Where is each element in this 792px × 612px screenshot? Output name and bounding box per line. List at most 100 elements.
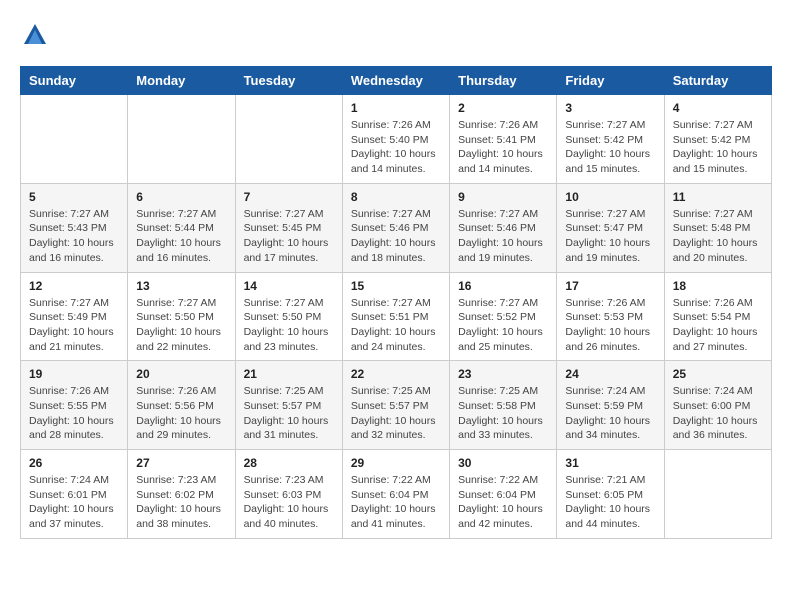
day-number: 13 <box>136 279 226 293</box>
day-info: Sunrise: 7:25 AM Sunset: 5:58 PM Dayligh… <box>458 384 548 443</box>
day-info: Sunrise: 7:26 AM Sunset: 5:40 PM Dayligh… <box>351 118 441 177</box>
calendar-cell: 28 Sunrise: 7:23 AM Sunset: 6:03 PM Dayli… <box>235 450 342 539</box>
day-info: Sunrise: 7:26 AM Sunset: 5:56 PM Dayligh… <box>136 384 226 443</box>
weekday-header-saturday: Saturday <box>664 67 771 95</box>
calendar-cell: 22Sunrise: 7:25 AM Sunset: 5:57 PM Dayli… <box>342 361 449 450</box>
day-number: 26 <box>29 456 119 470</box>
day-info: Sunrise: 7:27 AM Sunset: 5:50 PM Dayligh… <box>244 296 334 355</box>
day-info: Sunrise: 7:26 AM Sunset: 5:55 PM Dayligh… <box>29 384 119 443</box>
day-number: 7 <box>244 190 334 204</box>
day-info: Sunrise: 7:27 AM Sunset: 5:42 PM Dayligh… <box>673 118 763 177</box>
day-info: Sunrise: 7:22 AM Sunset: 6:04 PM Dayligh… <box>458 473 548 532</box>
day-number: 22 <box>351 367 441 381</box>
calendar-cell: 4 Sunrise: 7:27 AM Sunset: 5:42 PM Daylig… <box>664 95 771 184</box>
calendar-week-row: 26 Sunrise: 7:24 AM Sunset: 6:01 PM Dayli… <box>21 450 772 539</box>
weekday-header-sunday: Sunday <box>21 67 128 95</box>
calendar-cell: 5 Sunrise: 7:27 AM Sunset: 5:43 PM Daylig… <box>21 183 128 272</box>
day-info: Sunrise: 7:27 AM Sunset: 5:52 PM Dayligh… <box>458 296 548 355</box>
calendar-cell: 20 Sunrise: 7:26 AM Sunset: 5:56 PM Dayli… <box>128 361 235 450</box>
calendar-cell: 10 Sunrise: 7:27 AM Sunset: 5:47 PM Dayli… <box>557 183 664 272</box>
day-info: Sunrise: 7:27 AM Sunset: 5:46 PM Dayligh… <box>351 207 441 266</box>
day-info: Sunrise: 7:24 AM Sunset: 6:01 PM Dayligh… <box>29 473 119 532</box>
day-info: Sunrise: 7:22 AM Sunset: 6:04 PM Dayligh… <box>351 473 441 532</box>
calendar-cell: 17 Sunrise: 7:26 AM Sunset: 5:53 PM Dayli… <box>557 272 664 361</box>
calendar-cell: 23Sunrise: 7:25 AM Sunset: 5:58 PM Dayli… <box>450 361 557 450</box>
day-info: Sunrise: 7:27 AM Sunset: 5:47 PM Dayligh… <box>565 207 655 266</box>
day-number: 14 <box>244 279 334 293</box>
weekday-header-monday: Monday <box>128 67 235 95</box>
calendar-table: SundayMondayTuesdayWednesdayThursdayFrid… <box>20 66 772 539</box>
weekday-header-wednesday: Wednesday <box>342 67 449 95</box>
calendar-cell: 19 Sunrise: 7:26 AM Sunset: 5:55 PM Dayli… <box>21 361 128 450</box>
day-info: Sunrise: 7:27 AM Sunset: 5:46 PM Dayligh… <box>458 207 548 266</box>
calendar-week-row: 19 Sunrise: 7:26 AM Sunset: 5:55 PM Dayli… <box>21 361 772 450</box>
day-number: 20 <box>136 367 226 381</box>
day-number: 2 <box>458 101 548 115</box>
calendar-cell <box>128 95 235 184</box>
day-number: 17 <box>565 279 655 293</box>
calendar-cell: 13 Sunrise: 7:27 AM Sunset: 5:50 PM Dayli… <box>128 272 235 361</box>
calendar-cell: 15 Sunrise: 7:27 AM Sunset: 5:51 PM Dayli… <box>342 272 449 361</box>
page-header <box>20 20 772 50</box>
day-info: Sunrise: 7:26 AM Sunset: 5:41 PM Dayligh… <box>458 118 548 177</box>
day-info: Sunrise: 7:24 AM Sunset: 6:00 PM Dayligh… <box>673 384 763 443</box>
day-number: 12 <box>29 279 119 293</box>
day-info: Sunrise: 7:27 AM Sunset: 5:44 PM Dayligh… <box>136 207 226 266</box>
day-info: Sunrise: 7:23 AM Sunset: 6:02 PM Dayligh… <box>136 473 226 532</box>
day-number: 5 <box>29 190 119 204</box>
day-number: 1 <box>351 101 441 115</box>
calendar-cell: 16 Sunrise: 7:27 AM Sunset: 5:52 PM Dayli… <box>450 272 557 361</box>
day-number: 6 <box>136 190 226 204</box>
day-info: Sunrise: 7:27 AM Sunset: 5:48 PM Dayligh… <box>673 207 763 266</box>
calendar-cell: 18 Sunrise: 7:26 AM Sunset: 5:54 PM Dayli… <box>664 272 771 361</box>
day-info: Sunrise: 7:26 AM Sunset: 5:53 PM Dayligh… <box>565 296 655 355</box>
calendar-cell: 26 Sunrise: 7:24 AM Sunset: 6:01 PM Dayli… <box>21 450 128 539</box>
day-info: Sunrise: 7:27 AM Sunset: 5:45 PM Dayligh… <box>244 207 334 266</box>
logo-icon <box>20 20 50 50</box>
calendar-cell: 30Sunrise: 7:22 AM Sunset: 6:04 PM Dayli… <box>450 450 557 539</box>
calendar-week-row: 12 Sunrise: 7:27 AM Sunset: 5:49 PM Dayli… <box>21 272 772 361</box>
day-info: Sunrise: 7:27 AM Sunset: 5:50 PM Dayligh… <box>136 296 226 355</box>
weekday-header-row: SundayMondayTuesdayWednesdayThursdayFrid… <box>21 67 772 95</box>
calendar-cell: 14 Sunrise: 7:27 AM Sunset: 5:50 PM Dayli… <box>235 272 342 361</box>
day-number: 28 <box>244 456 334 470</box>
calendar-cell: 25Sunrise: 7:24 AM Sunset: 6:00 PM Dayli… <box>664 361 771 450</box>
day-number: 31 <box>565 456 655 470</box>
logo <box>20 20 54 50</box>
day-number: 21 <box>244 367 334 381</box>
day-number: 19 <box>29 367 119 381</box>
calendar-cell <box>21 95 128 184</box>
calendar-cell: 27Sunrise: 7:23 AM Sunset: 6:02 PM Dayli… <box>128 450 235 539</box>
day-info: Sunrise: 7:26 AM Sunset: 5:54 PM Dayligh… <box>673 296 763 355</box>
day-info: Sunrise: 7:25 AM Sunset: 5:57 PM Dayligh… <box>244 384 334 443</box>
day-info: Sunrise: 7:27 AM Sunset: 5:49 PM Dayligh… <box>29 296 119 355</box>
weekday-header-thursday: Thursday <box>450 67 557 95</box>
day-info: Sunrise: 7:27 AM Sunset: 5:51 PM Dayligh… <box>351 296 441 355</box>
calendar-cell: 24 Sunrise: 7:24 AM Sunset: 5:59 PM Dayli… <box>557 361 664 450</box>
calendar-cell: 12 Sunrise: 7:27 AM Sunset: 5:49 PM Dayli… <box>21 272 128 361</box>
day-number: 8 <box>351 190 441 204</box>
day-number: 24 <box>565 367 655 381</box>
day-info: Sunrise: 7:27 AM Sunset: 5:42 PM Dayligh… <box>565 118 655 177</box>
calendar-cell: 7 Sunrise: 7:27 AM Sunset: 5:45 PM Daylig… <box>235 183 342 272</box>
calendar-cell: 8 Sunrise: 7:27 AM Sunset: 5:46 PM Daylig… <box>342 183 449 272</box>
day-number: 10 <box>565 190 655 204</box>
day-number: 15 <box>351 279 441 293</box>
calendar-cell: 11Sunrise: 7:27 AM Sunset: 5:48 PM Dayli… <box>664 183 771 272</box>
day-number: 29 <box>351 456 441 470</box>
weekday-header-friday: Friday <box>557 67 664 95</box>
day-info: Sunrise: 7:24 AM Sunset: 5:59 PM Dayligh… <box>565 384 655 443</box>
day-info: Sunrise: 7:27 AM Sunset: 5:43 PM Dayligh… <box>29 207 119 266</box>
calendar-cell: 2 Sunrise: 7:26 AM Sunset: 5:41 PM Daylig… <box>450 95 557 184</box>
calendar-cell: 31Sunrise: 7:21 AM Sunset: 6:05 PM Dayli… <box>557 450 664 539</box>
calendar-cell: 3Sunrise: 7:27 AM Sunset: 5:42 PM Daylig… <box>557 95 664 184</box>
day-number: 18 <box>673 279 763 293</box>
day-number: 16 <box>458 279 548 293</box>
calendar-week-row: 5 Sunrise: 7:27 AM Sunset: 5:43 PM Daylig… <box>21 183 772 272</box>
day-number: 4 <box>673 101 763 115</box>
calendar-cell: 1 Sunrise: 7:26 AM Sunset: 5:40 PM Daylig… <box>342 95 449 184</box>
calendar-cell <box>235 95 342 184</box>
calendar-cell: 6 Sunrise: 7:27 AM Sunset: 5:44 PM Daylig… <box>128 183 235 272</box>
calendar-cell: 21 Sunrise: 7:25 AM Sunset: 5:57 PM Dayli… <box>235 361 342 450</box>
day-info: Sunrise: 7:23 AM Sunset: 6:03 PM Dayligh… <box>244 473 334 532</box>
